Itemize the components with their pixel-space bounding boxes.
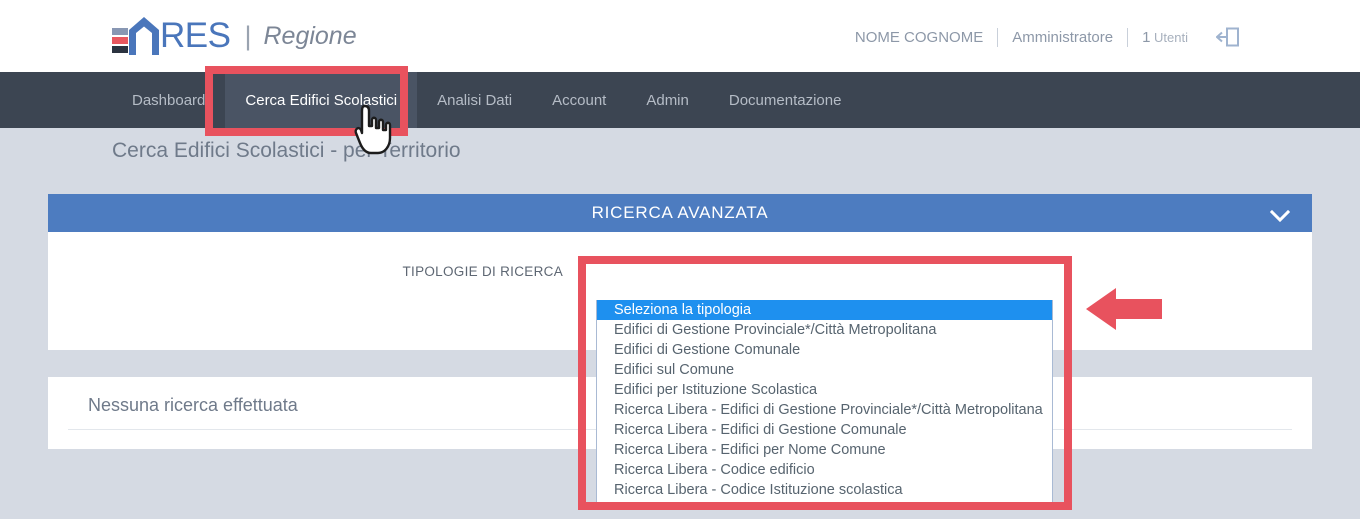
nav-label: Dashboard	[132, 91, 206, 109]
dropdown-option[interactable]: Ricerca Libera - Codice edificio	[597, 460, 1052, 480]
nav-item-admin[interactable]: Admin	[626, 72, 709, 128]
app-logo[interactable]: RES | Regione	[112, 14, 357, 58]
logo-subtitle: Regione	[263, 22, 357, 50]
annotation-arrow-left	[1086, 286, 1162, 332]
dropdown-option[interactable]: Ricerca Libera - Edifici di Gestione Pro…	[597, 400, 1052, 420]
dropdown-option[interactable]: Seleziona la tipologia	[597, 300, 1052, 320]
nav-item-documentazione[interactable]: Documentazione	[709, 72, 862, 128]
top-header-bar: RES | Regione NOME COGNOME Amministrator…	[0, 0, 1360, 72]
dropdown-option[interactable]: Edifici di Gestione Provinciale*/Città M…	[597, 320, 1052, 340]
main-navigation-bar: Dashboard Cerca Edifici Scolastici Anali…	[0, 72, 1360, 128]
page-title: Cerca Edifici Scolastici - per Territori…	[112, 139, 461, 162]
advanced-search-header[interactable]: RICERCA AVANZATA	[48, 194, 1312, 232]
logo-separator: |	[244, 21, 252, 51]
tipologie-di-ricerca-label: TIPOLOGIE DI RICERCA	[402, 264, 563, 279]
dropdown-option[interactable]: Ricerca Libera - Edifici di Gestione Com…	[597, 420, 1052, 440]
no-search-message: Nessuna ricerca effettuata	[88, 395, 298, 415]
logo-text: RES	[160, 16, 231, 55]
user-name[interactable]: NOME COGNOME	[855, 29, 997, 46]
logout-icon[interactable]	[1215, 26, 1240, 48]
nav-label: Account	[552, 91, 607, 109]
dropdown-option[interactable]: Edifici sul Comune	[597, 360, 1052, 380]
tipologia-dropdown-list[interactable]: Seleziona la tipologia Edifici di Gestio…	[596, 300, 1053, 503]
dropdown-option[interactable]: Ricerca Libera - Codice Istituzione scol…	[597, 480, 1052, 500]
user-info-area: NOME COGNOME Amministratore 1 Utenti	[855, 26, 1240, 48]
users-count[interactable]: 1 Utenti	[1128, 29, 1202, 46]
nav-items-container: Dashboard Cerca Edifici Scolastici Anali…	[112, 72, 861, 128]
mouse-cursor-pointer	[353, 104, 395, 156]
chevron-down-icon[interactable]	[1269, 207, 1291, 223]
nav-label: Documentazione	[728, 91, 842, 109]
nav-label: Admin	[646, 91, 689, 109]
logo-house-icon	[129, 17, 159, 55]
nav-item-analisi-dati[interactable]: Analisi Dati	[417, 72, 532, 128]
nav-item-dashboard[interactable]: Dashboard	[112, 72, 225, 128]
advanced-search-title: RICERCA AVANZATA	[591, 203, 769, 222]
nav-label: Analisi Dati	[437, 91, 513, 109]
dropdown-option[interactable]: Edifici per Istituzione Scolastica	[597, 380, 1052, 400]
nav-item-account[interactable]: Account	[532, 72, 626, 128]
user-role[interactable]: Amministratore	[998, 29, 1127, 46]
dropdown-option[interactable]: Edifici di Gestione Comunale	[597, 340, 1052, 360]
logo-bars-icon	[112, 20, 128, 53]
dropdown-option[interactable]: Ricerca Libera - Edifici per Nome Comune	[597, 440, 1052, 460]
users-count-label: Utenti	[1154, 29, 1188, 45]
